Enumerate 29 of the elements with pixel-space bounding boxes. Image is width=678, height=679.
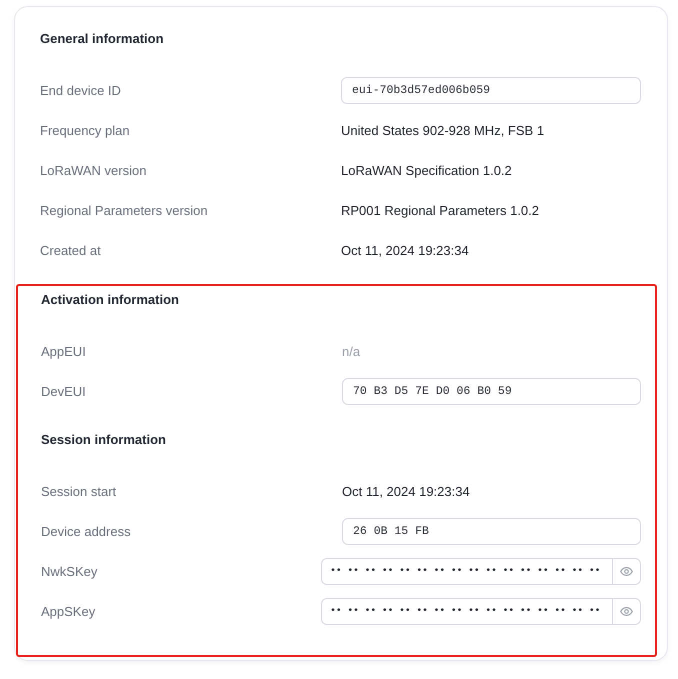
field-value: n/a [342,344,360,358]
field-label: DevEUI [41,384,86,398]
field-label: Created at [40,242,101,258]
field-label: AppSKey [41,604,96,618]
reveal-button[interactable] [612,598,641,624]
eye-icon [620,606,633,616]
field-label: Session start [41,484,116,498]
field-label: NwkSKey [41,564,98,578]
field-value: United States 902-928 MHz, FSB 1 [341,122,544,138]
field-label: End device ID [40,82,121,98]
section-title: Activation information [41,291,179,309]
input-field[interactable]: eui-70b3d57ed006b059 [341,76,641,104]
eye-icon [620,566,633,576]
field-value: Oct 11, 2024 19:23:34 [341,242,469,258]
field-label: Frequency plan [40,122,130,138]
field-label: AppEUI [41,344,86,358]
masked-key-field[interactable]: •• •• •• •• •• •• •• •• •• •• •• •• •• •• •• •• [321,598,612,624]
field-label: Regional Parameters version [40,202,208,218]
section-title: Session information [41,431,166,449]
field-value: Oct 11, 2024 19:23:34 [342,484,470,498]
field-value: RP001 Regional Parameters 1.0.2 [341,202,540,218]
masked-key-field[interactable]: •• •• •• •• •• •• •• •• •• •• •• •• •• •• •• •• [321,558,612,584]
field-label: LoRaWAN version [40,162,146,178]
section-title: General information [40,30,164,48]
field-label: Device address [41,524,131,538]
field-value: LoRaWAN Specification 1.0.2 [341,162,512,178]
input-field[interactable]: 26 0B 15 FB [342,518,641,544]
input-field[interactable]: 70 B3 D5 7E D0 06 B0 59 [342,378,641,404]
reveal-button[interactable] [612,558,641,584]
